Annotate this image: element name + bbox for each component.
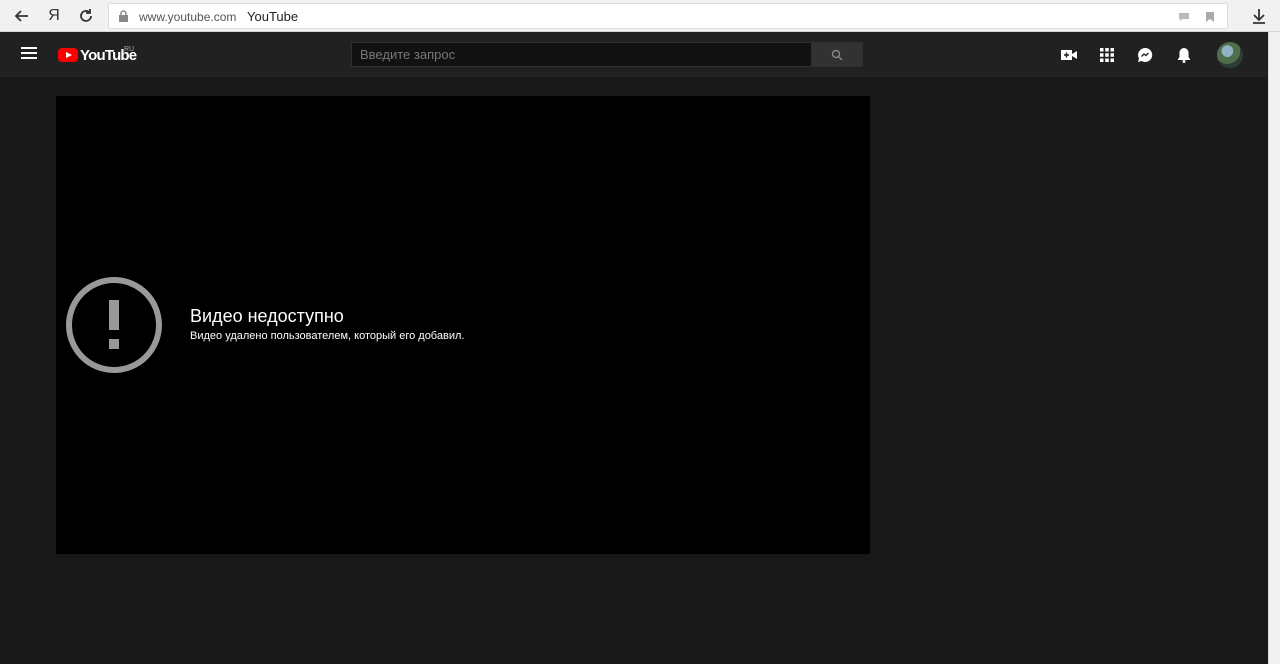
main-content: Видео недоступно Видео удалено пользоват… <box>0 77 1268 664</box>
messages-icon[interactable] <box>1134 44 1156 66</box>
search-input[interactable] <box>351 42 812 67</box>
search-icon <box>831 49 843 60</box>
apps-grid-icon[interactable] <box>1096 44 1118 66</box>
address-url: www.youtube.com <box>139 10 237 24</box>
video-camera-icon[interactable] <box>1058 44 1080 66</box>
avatar[interactable] <box>1217 42 1243 68</box>
lock-icon <box>118 10 129 28</box>
address-bar[interactable]: www.youtube.com YouTube <box>108 3 1228 29</box>
reload-icon[interactable] <box>74 4 98 28</box>
notifications-bell-icon[interactable] <box>1173 44 1195 66</box>
bookmark-icon[interactable] <box>1202 9 1218 25</box>
error-subtitle: Видео удалено пользователем, который его… <box>190 330 465 342</box>
youtube-header: YouTube RU <box>0 32 1268 77</box>
yandex-button[interactable]: Я <box>42 4 66 28</box>
search-button[interactable] <box>811 42 863 67</box>
play-logo-icon <box>58 48 78 62</box>
video-player[interactable]: Видео недоступно Видео удалено пользоват… <box>56 96 870 554</box>
menu-icon[interactable] <box>18 44 40 66</box>
chat-icon[interactable] <box>1176 9 1192 25</box>
browser-toolbar: Я www.youtube.com YouTube <box>0 0 1280 32</box>
address-page-title: YouTube <box>247 9 299 24</box>
back-arrow-icon[interactable] <box>10 4 34 28</box>
scrollbar[interactable] <box>1268 32 1280 664</box>
error-title: Видео недоступно <box>190 306 344 326</box>
logo-region: RU <box>124 46 135 53</box>
warning-exclamation-icon <box>66 277 162 373</box>
download-icon[interactable] <box>1247 4 1271 28</box>
